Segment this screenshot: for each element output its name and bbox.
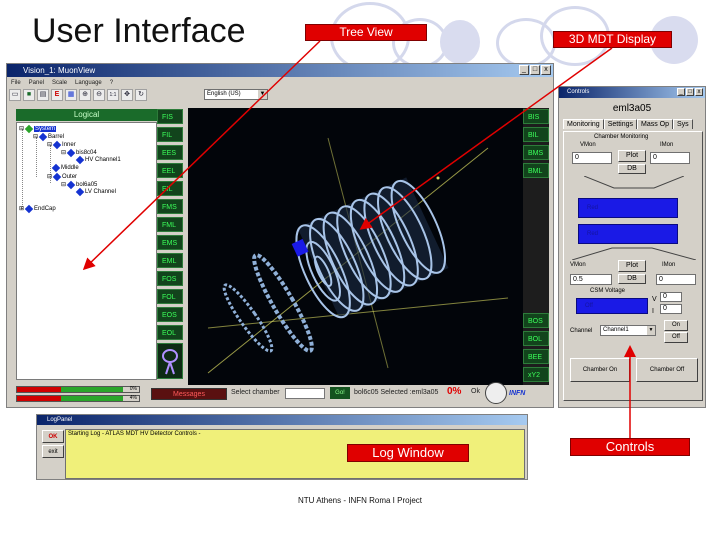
slide-footer: NTU Athens - INFN Roma I Project [297,496,423,505]
annotation-arrows [82,40,636,438]
